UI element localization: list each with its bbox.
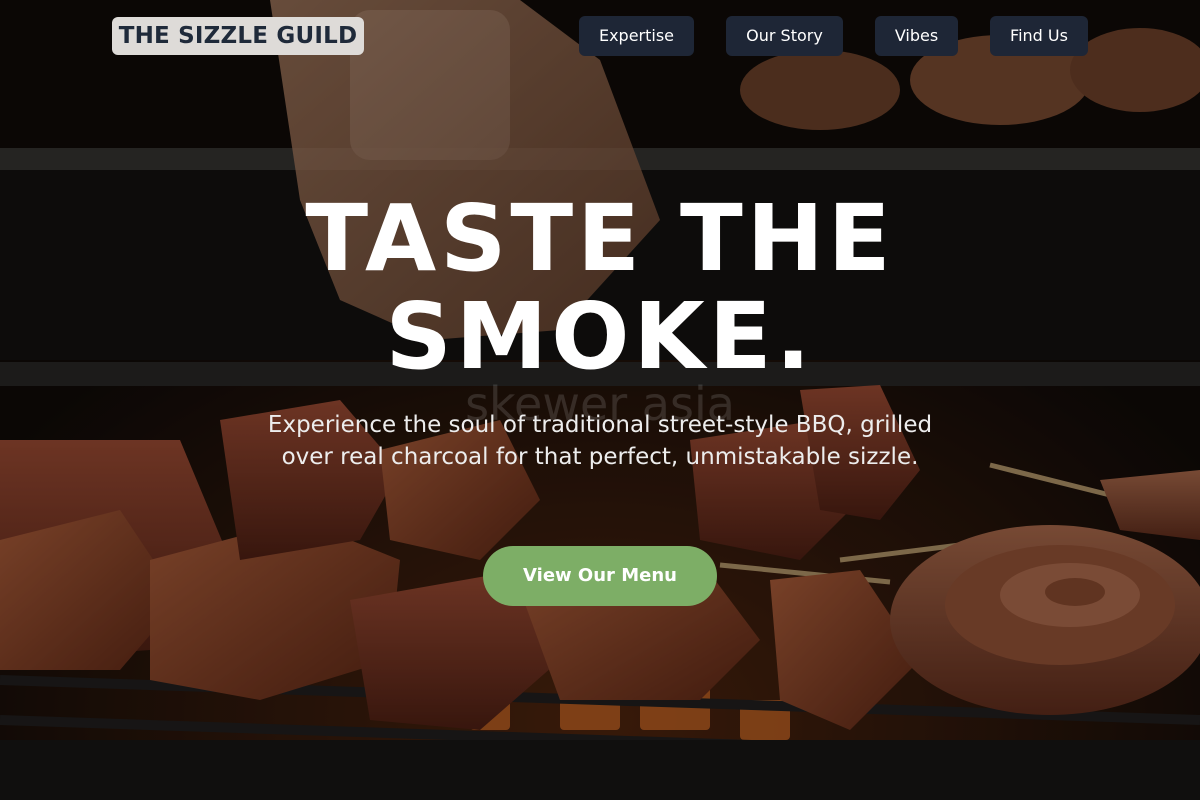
nav-link-find-us[interactable]: Find Us — [990, 16, 1088, 56]
hero-subtitle: Experience the soul of traditional stree… — [267, 412, 933, 470]
nav-link-expertise[interactable]: Expertise — [579, 16, 694, 56]
nav-link-vibes[interactable]: Vibes — [875, 16, 958, 56]
brand-logo[interactable]: THE SIZZLE GUILD — [112, 17, 364, 55]
hero-headline: TASTE THE SMOKE. — [305, 185, 895, 390]
view-menu-button[interactable]: View Our Menu — [483, 546, 717, 606]
nav-link-our-story[interactable]: Our Story — [726, 16, 843, 56]
hero-section: THE SIZZLE GUILD Expertise Our Story Vib… — [0, 0, 1200, 800]
